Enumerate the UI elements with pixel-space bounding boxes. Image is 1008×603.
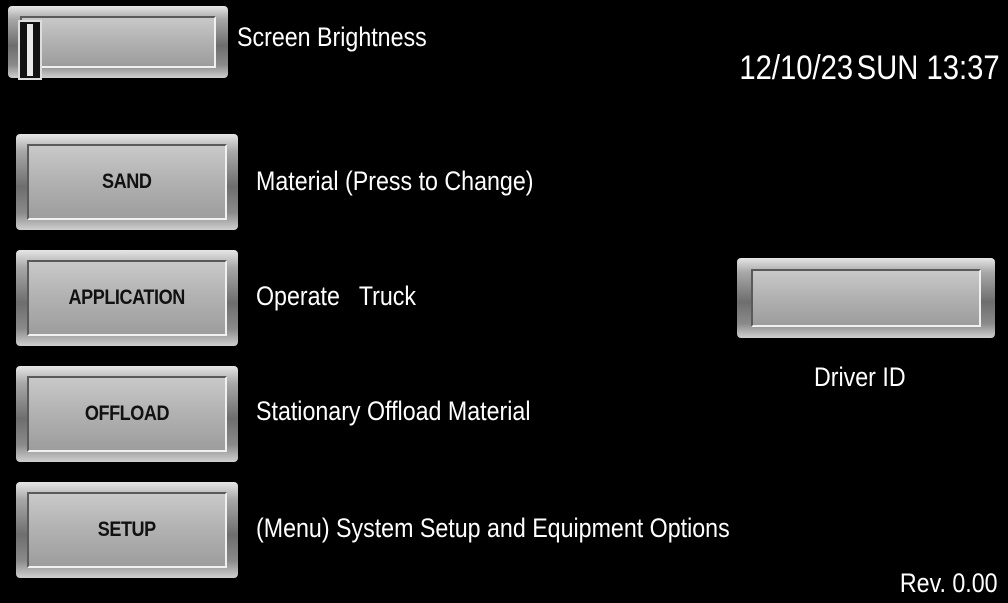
application-button-face[interactable]: APPLICATION	[27, 260, 227, 336]
day-text: SUN	[856, 49, 919, 87]
datetime-display: 12/10/23 SUN 13:37	[740, 49, 1000, 88]
date-text: 12/10/23	[739, 49, 854, 87]
offload-description: Stationary Offload Material	[256, 396, 531, 426]
brightness-label: Screen Brightness	[237, 22, 427, 52]
offload-button-face[interactable]: OFFLOAD	[27, 376, 227, 452]
offload-button-label: OFFLOAD	[84, 402, 170, 425]
brightness-slider[interactable]	[8, 6, 228, 80]
application-button[interactable]: APPLICATION	[16, 250, 238, 346]
setup-description: (Menu) System Setup and Equipment Option…	[256, 513, 730, 543]
main-screen: Screen Brightness 12/10/23 SUN 13:37 SAND…	[0, 0, 1008, 603]
setup-button-label: SETUP	[97, 518, 157, 541]
driver-id-button-face[interactable]	[751, 269, 981, 327]
brightness-slider-track[interactable]	[20, 16, 216, 68]
setup-button[interactable]: SETUP	[16, 482, 238, 578]
setup-button-face[interactable]: SETUP	[27, 492, 227, 568]
application-button-label: APPLICATION	[68, 286, 186, 309]
driver-id-button[interactable]	[737, 258, 995, 338]
material-button[interactable]: SAND	[16, 134, 238, 230]
material-button-label: SAND	[102, 170, 152, 193]
brightness-slider-handle[interactable]	[18, 20, 42, 80]
time-text: 13:37	[926, 49, 1000, 87]
offload-button[interactable]: OFFLOAD	[16, 366, 238, 462]
driver-id-label: Driver ID	[814, 362, 906, 392]
material-description: Material (Press to Change)	[256, 166, 534, 196]
material-button-face[interactable]: SAND	[27, 144, 227, 220]
operate-truck-description: Operate Truck	[256, 281, 417, 311]
revision-text: Rev. 0.00	[900, 568, 998, 598]
